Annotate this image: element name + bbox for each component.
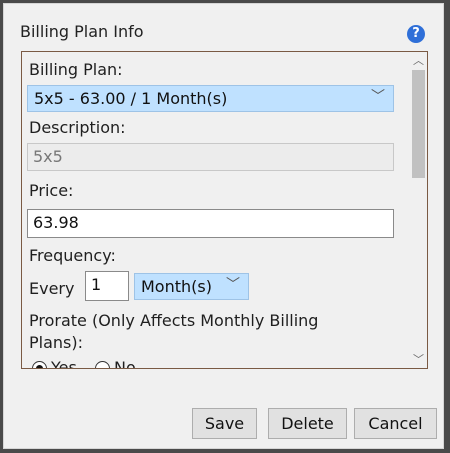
cancel-button[interactable]: Cancel (354, 408, 437, 439)
delete-button[interactable]: Delete (268, 408, 347, 439)
prorate-no-label: No (114, 358, 136, 369)
frequency-label: Frequency: (29, 246, 116, 265)
billing-plan-dialog: Billing Plan Info ? Billing Plan: 5x5 - … (3, 3, 444, 449)
billing-plan-value: 5x5 - 63.00 / 1 Month(s) (34, 89, 228, 108)
billing-plan-label: Billing Plan: (29, 60, 123, 79)
description-label: Description: (29, 118, 126, 137)
prorate-label-line1: Prorate (Only Affects Monthly Billing (29, 311, 319, 330)
frequency-unit-select[interactable]: Month(s) ﹀ (134, 273, 249, 300)
billing-plan-select[interactable]: 5x5 - 63.00 / 1 Month(s) ﹀ (27, 85, 394, 112)
frequency-unit-value: Month(s) (141, 277, 212, 296)
chevron-down-icon: ﹀ (226, 277, 240, 293)
form-panel: Billing Plan: 5x5 - 63.00 / 1 Month(s) ﹀… (21, 51, 428, 369)
scroll-thumb[interactable] (412, 70, 425, 178)
description-field: 5x5 (27, 143, 394, 171)
frequency-count-field[interactable]: 1 (85, 271, 129, 301)
scroll-up-arrow-icon[interactable]: ︿ (410, 52, 427, 69)
help-icon[interactable]: ? (407, 25, 425, 43)
save-button[interactable]: Save (192, 408, 257, 439)
price-label: Price: (29, 181, 74, 200)
chevron-down-icon: ﹀ (371, 89, 385, 105)
prorate-yes-radio[interactable] (32, 361, 47, 368)
price-field[interactable]: 63.98 (27, 209, 394, 238)
prorate-no-radio[interactable] (95, 361, 110, 368)
scroll-down-arrow-icon[interactable]: ﹀ (410, 351, 427, 368)
prorate-yes-label: Yes (51, 358, 77, 369)
every-label: Every (29, 279, 75, 298)
dialog-title: Billing Plan Info (20, 22, 144, 41)
prorate-label-line2: Plans): (29, 333, 84, 352)
vertical-scrollbar[interactable]: ︿ ﹀ (410, 52, 427, 368)
